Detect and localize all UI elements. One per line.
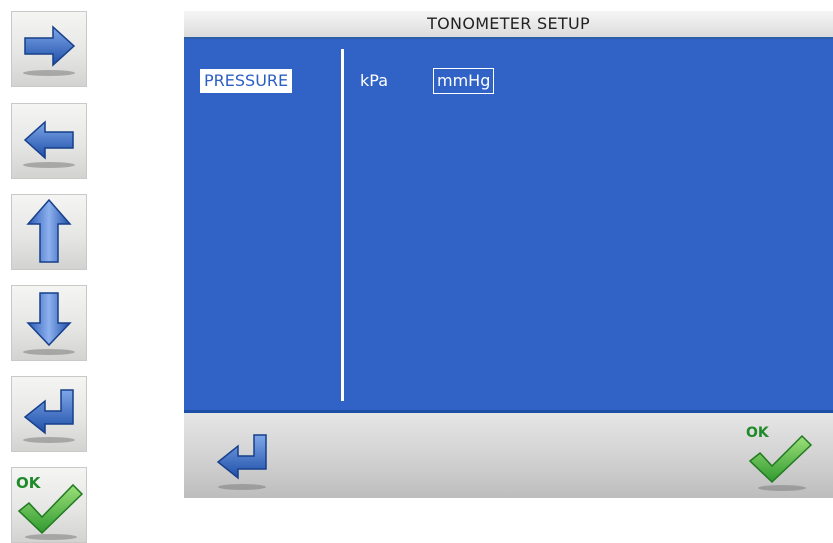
device-screen: TONOMETER SETUP PRESSURE kPa mmHg OK	[184, 11, 833, 498]
arrow-left-icon	[23, 120, 75, 168]
unit-option-mmhg[interactable]: mmHg	[433, 68, 495, 94]
arrow-right-icon	[23, 25, 76, 76]
pressure-setting-label[interactable]: PRESSURE	[200, 69, 293, 93]
ok-key[interactable]: OK	[11, 467, 87, 543]
ok-label: OK	[746, 425, 770, 441]
enter-key[interactable]	[11, 376, 87, 452]
return-icon	[23, 389, 75, 443]
ok-check-icon: OK	[746, 425, 813, 491]
unit-option-kpa[interactable]: kPa	[360, 69, 388, 93]
arrow-down-icon	[23, 292, 75, 355]
up-arrow-key[interactable]	[11, 194, 87, 270]
ok-label: OK	[16, 474, 42, 492]
down-arrow-key[interactable]	[11, 285, 87, 361]
settings-panel: PRESSURE kPa mmHg	[184, 39, 833, 413]
left-arrow-key[interactable]	[11, 103, 87, 179]
ok-button[interactable]: OK	[740, 417, 816, 493]
arrow-up-icon	[26, 198, 72, 263]
return-icon	[216, 434, 267, 490]
screen-footer: OK	[184, 413, 833, 498]
screen-title: TONOMETER SETUP	[184, 11, 833, 39]
back-button[interactable]	[204, 421, 280, 497]
panel-divider	[341, 49, 344, 401]
right-arrow-key[interactable]	[11, 11, 87, 87]
ok-check-icon: OK	[16, 474, 84, 540]
